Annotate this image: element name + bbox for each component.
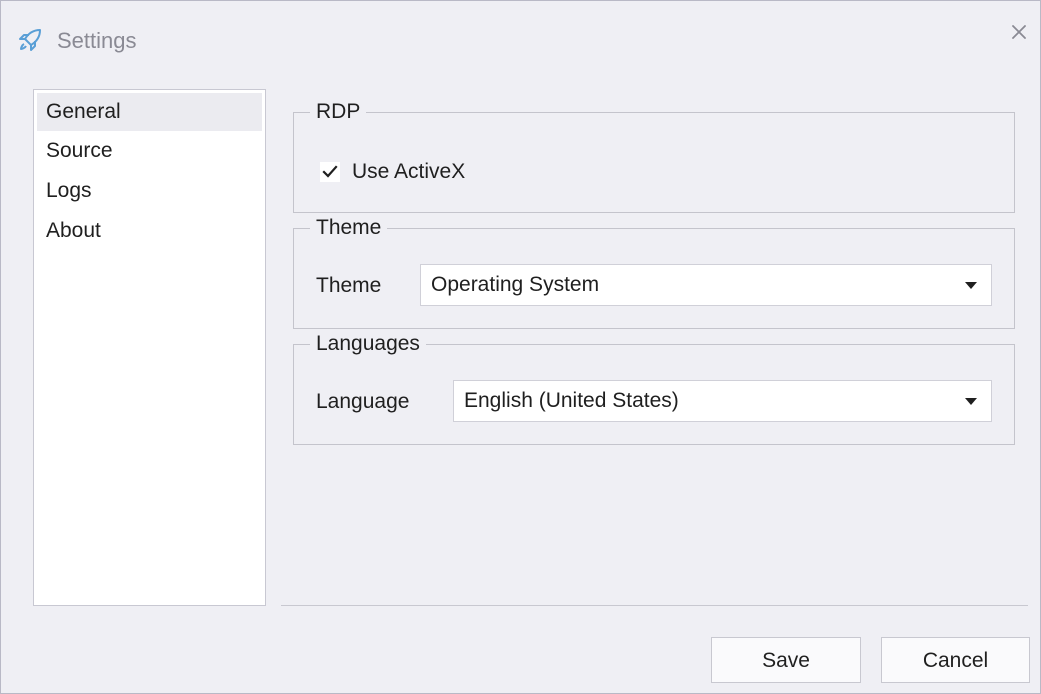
checkmark-icon — [322, 165, 338, 178]
rdp-group: RDP Use ActiveX — [293, 97, 1015, 213]
save-button[interactable]: Save — [711, 637, 861, 683]
language-select[interactable]: English (United States) — [453, 380, 992, 422]
cancel-button[interactable]: Cancel — [881, 637, 1030, 683]
settings-window: Settings General Source Logs About RDP U… — [0, 0, 1041, 694]
rocket-icon — [17, 27, 43, 53]
language-select-value: English (United States) — [464, 389, 679, 412]
theme-select[interactable]: Operating System — [420, 264, 992, 306]
language-field-label: Language — [316, 390, 410, 413]
rdp-group-title: RDP — [310, 97, 367, 127]
caret-down-icon — [965, 398, 977, 405]
nav-item-general[interactable]: General — [37, 93, 262, 131]
caret-down-icon — [965, 282, 977, 289]
languages-group: Languages Language English (United State… — [293, 329, 1015, 445]
nav-item-about[interactable]: About — [34, 211, 265, 251]
title-bar: Settings — [1, 1, 1040, 73]
window-title: Settings — [57, 28, 137, 53]
theme-group: Theme Theme Operating System — [293, 213, 1015, 329]
use-activex-checkbox[interactable]: Use ActiveX — [320, 159, 465, 185]
theme-select-value: Operating System — [431, 273, 600, 296]
nav-item-logs[interactable]: Logs — [34, 171, 265, 211]
nav-item-source[interactable]: Source — [34, 131, 265, 171]
footer-divider — [281, 605, 1028, 606]
close-button[interactable] — [1004, 17, 1034, 47]
theme-group-title: Theme — [310, 213, 388, 243]
use-activex-label: Use ActiveX — [352, 160, 466, 183]
languages-group-title: Languages — [310, 329, 426, 359]
close-icon — [1012, 25, 1026, 39]
checkbox-box[interactable] — [320, 162, 340, 182]
theme-field-label: Theme — [316, 274, 382, 297]
settings-nav-list: General Source Logs About — [33, 89, 266, 606]
